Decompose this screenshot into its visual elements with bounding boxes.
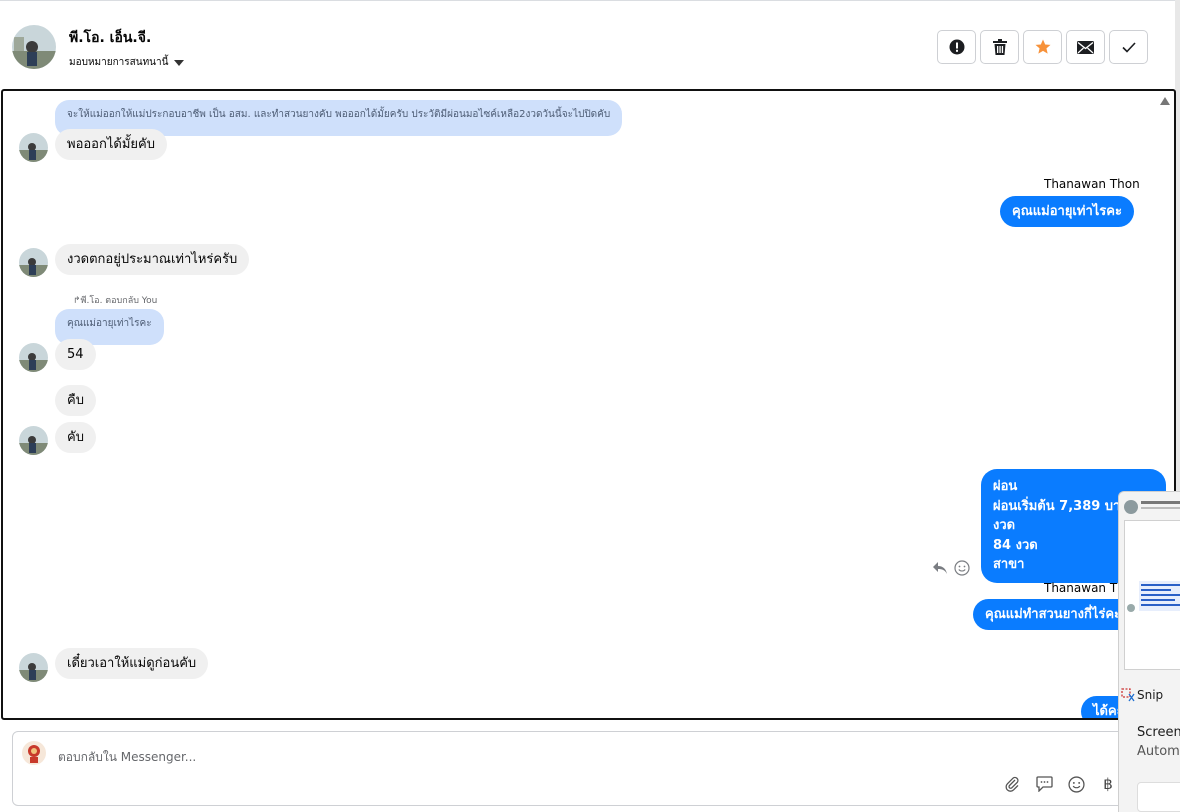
notification-action-area[interactable] [1137, 782, 1180, 812]
delete-button[interactable] [980, 30, 1019, 64]
notification-title: Screens [1137, 725, 1180, 740]
paperclip-icon [1005, 776, 1019, 792]
star-icon [1035, 39, 1050, 54]
envelope-icon [1077, 40, 1094, 54]
reply-input-placeholder[interactable]: ตอบกลับใน Messenger... [58, 748, 196, 767]
incoming-message[interactable]: เดี๋ยวเอาให้แม่ดูก่อนคับ [55, 648, 209, 679]
chat-bubble-icon [1035, 776, 1053, 792]
star-button[interactable] [1023, 30, 1062, 64]
reply-indicator: ↱พี.โอ. ตอบกลับ You [73, 296, 158, 306]
emoji-button[interactable] [1067, 775, 1085, 793]
contact-avatar-small [19, 653, 48, 682]
payment-button[interactable]: ฿ [1099, 775, 1117, 793]
incoming-message[interactable]: พอออกได้มั้ยคับ [55, 129, 167, 160]
reply-arrow-icon[interactable] [932, 561, 948, 575]
incoming-message[interactable]: 54 [55, 339, 96, 370]
smiley-icon [1067, 775, 1085, 793]
incoming-message[interactable]: คืบ [55, 385, 96, 416]
scroll-up-arrow-icon[interactable] [1160, 97, 1170, 105]
composer-tools: ฿ [1003, 775, 1117, 793]
conversation-header: พี.โอ. เอ็น.จี. มอบหมายการสนทนานี้ [0, 0, 1175, 90]
assign-label: มอบหมายการสนทนานี้ [69, 57, 169, 68]
contact-avatar-small [19, 133, 48, 162]
attach-button[interactable] [1003, 775, 1021, 793]
react-emoji-icon[interactable] [954, 560, 970, 576]
incoming-message[interactable]: คับ [55, 422, 96, 453]
caret-down-icon [174, 59, 185, 66]
outgoing-message[interactable]: คุณแม่อายุเท่าไรคะ [1000, 196, 1134, 227]
contact-avatar-small [19, 343, 48, 372]
incoming-message[interactable]: งวดตกอยู่ประมาณเท่าไหร่ครับ [55, 244, 250, 275]
snipping-tool-icon [1121, 688, 1135, 702]
mark-done-button[interactable] [1109, 30, 1148, 64]
header-actions [937, 30, 1148, 64]
mini-text-line [1141, 507, 1180, 509]
reply-composer[interactable]: ตอบกลับใน Messenger... ฿ [12, 731, 1175, 806]
baht-icon: ฿ [1103, 775, 1113, 793]
mark-unread-button[interactable] [1066, 30, 1105, 64]
snipping-tool-notification[interactable]: Snip Screens Automa [1118, 491, 1180, 812]
contact-name[interactable]: พี.โอ. เอ็น.จี. [69, 27, 151, 49]
notification-app-name: Snip [1137, 688, 1164, 702]
assign-conversation-dropdown[interactable]: มอบหมายการสนทนานี้ [69, 55, 185, 70]
contact-avatar-small [19, 426, 48, 455]
sender-name: Thanawan Thon [1044, 177, 1140, 191]
contact-avatar[interactable] [12, 25, 56, 69]
message-thread[interactable]: จะให้แม่ออกให้แม่ประกอบอาชีพ เป็น อสม. แ… [1, 89, 1176, 720]
contact-avatar-small [19, 248, 48, 277]
my-avatar [22, 741, 46, 765]
outgoing-message[interactable]: คุณแม่ทำสวนยางกี่ไร่คะ [973, 599, 1134, 630]
mini-text-line [1141, 501, 1180, 504]
saved-replies-button[interactable] [1035, 775, 1053, 793]
check-icon [1121, 41, 1136, 53]
trash-icon [992, 39, 1007, 55]
alert-icon [949, 39, 964, 55]
mark-spam-button[interactable] [937, 30, 976, 64]
notification-subtitle: Automa [1137, 744, 1180, 759]
mini-avatar-icon [1124, 500, 1138, 514]
screenshot-thumbnail[interactable] [1124, 520, 1180, 670]
